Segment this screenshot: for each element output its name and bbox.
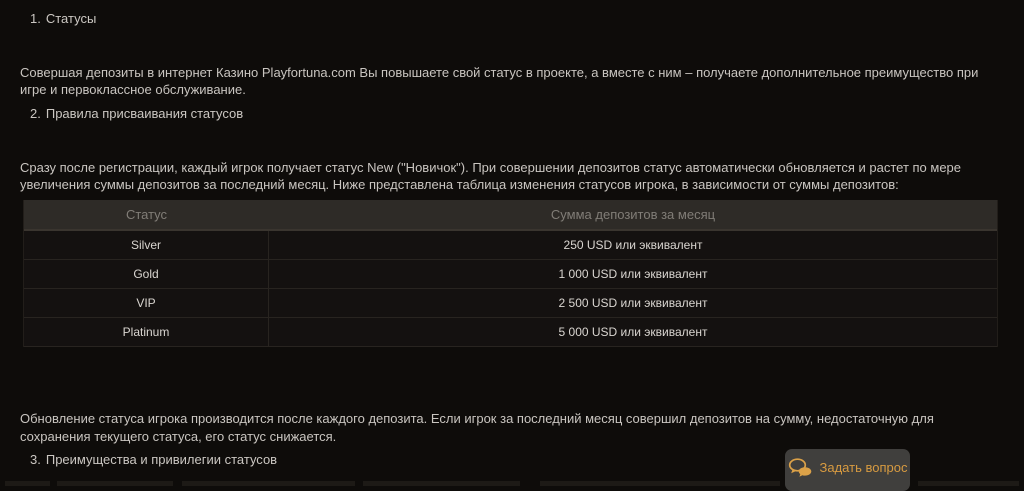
table-row: Gold 1 000 USD или эквивалент [24,260,997,289]
section-number: 2. [30,106,41,121]
section-number: 1. [30,11,41,26]
status-cell: VIP [24,289,269,317]
amount-cell: 250 USD или эквивалент [269,231,997,259]
status-table: Статус Сумма депозитов за месяц Silver 2… [23,200,998,347]
amount-cell: 2 500 USD или эквивалент [269,289,997,317]
ask-question-label: Задать вопрос [820,460,908,475]
table-row: VIP 2 500 USD или эквивалент [24,289,997,318]
below-fold-content-edge [540,481,780,486]
table-header-row: Статус Сумма депозитов за месяц [24,200,997,231]
paragraph-rules: Сразу после регистрации, каждый игрок по… [20,159,1005,193]
paragraph-intro: Совершая депозиты в интернет Казино Play… [20,64,1005,98]
table-header-status: Статус [24,200,269,229]
paragraph-status-update: Обновление статуса игрока производится п… [20,410,1005,446]
below-fold-content-edge [182,481,355,486]
ask-question-button[interactable]: Задать вопрос [785,449,910,491]
table-row: Silver 250 USD или эквивалент [24,231,997,260]
section-heading-rules: 2. Правила присваивания статусов [30,106,243,121]
status-cell: Silver [24,231,269,259]
section-title: Статусы [46,11,96,26]
section-title: Преимущества и привилегии статусов [46,452,277,467]
below-fold-content-edge [363,481,520,486]
amount-cell: 1 000 USD или эквивалент [269,260,997,288]
amount-cell: 5 000 USD или эквивалент [269,318,997,346]
section-number: 3. [30,452,41,467]
below-fold-content-edge [918,481,1019,486]
status-cell: Gold [24,260,269,288]
section-heading-statuses: 1. Статусы [30,11,96,26]
chat-bubbles-icon [788,458,812,477]
table-row: Platinum 5 000 USD или эквивалент [24,318,997,347]
status-cell: Platinum [24,318,269,346]
table-header-amount: Сумма депозитов за месяц [269,200,997,229]
below-fold-content-edge [5,481,50,486]
section-title: Правила присваивания статусов [46,106,243,121]
below-fold-content-edge [57,481,173,486]
section-heading-privileges: 3. Преимущества и привилегии статусов [30,452,277,467]
